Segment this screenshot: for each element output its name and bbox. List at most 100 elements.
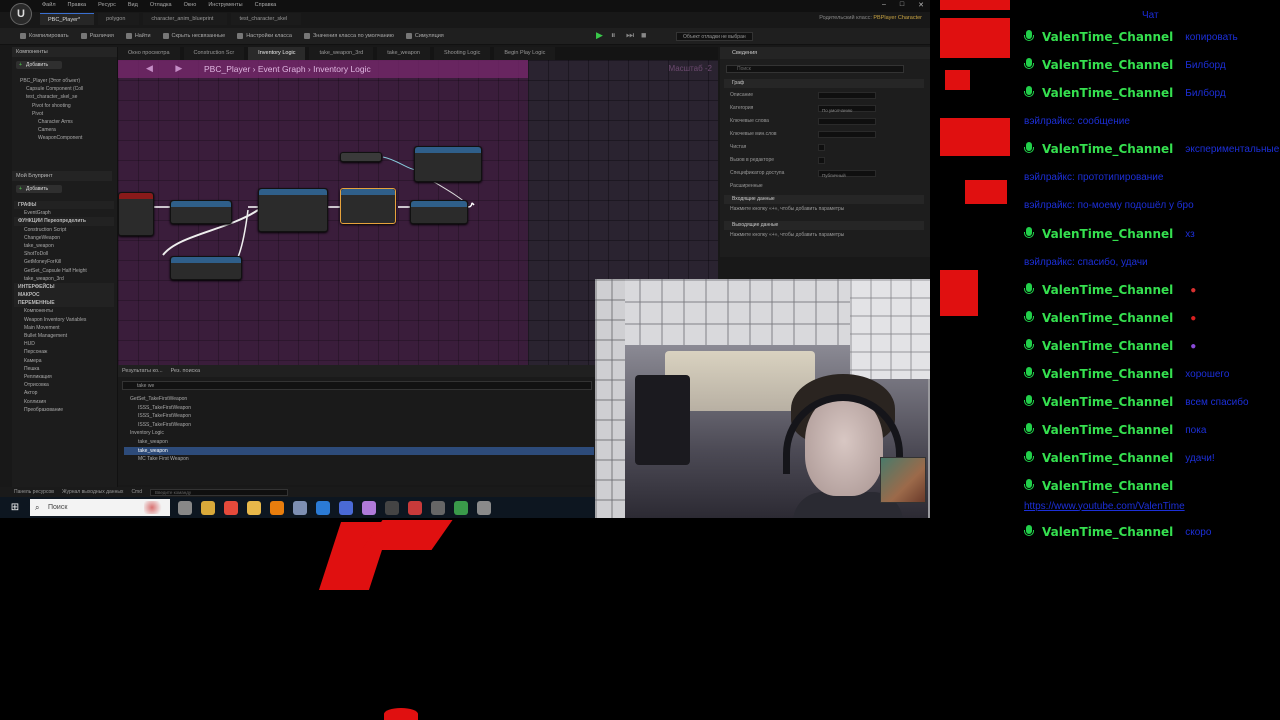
blueprint-item[interactable]: GetSet_Capsule Half Height: [14, 267, 114, 275]
chat-username[interactable]: ValenTime_Channel: [1042, 142, 1173, 156]
menu-item[interactable]: Ресурс: [98, 2, 116, 8]
windows-start-icon[interactable]: ⊞: [0, 497, 30, 518]
graph-node-4[interactable]: [410, 200, 468, 224]
result-item[interactable]: GetSet_TakeFirstWeapon: [124, 395, 594, 404]
menu-item[interactable]: Отладка: [150, 2, 172, 8]
chat-username[interactable]: ValenTime_Channel: [1042, 367, 1173, 381]
component-item[interactable]: PBC_Player (Этот объект): [16, 77, 116, 85]
graph-tab[interactable]: Inventory Logic: [248, 47, 306, 60]
blueprint-section-header[interactable]: ФУНКЦИИ Переопределить: [14, 217, 114, 226]
menu-item[interactable]: Окно: [184, 2, 197, 8]
blueprint-item[interactable]: Отрисовка: [14, 381, 114, 389]
app-icon[interactable]: [293, 500, 307, 515]
add-component-button[interactable]: Добавить: [16, 61, 62, 69]
blueprint-item[interactable]: Компоненты: [14, 307, 114, 315]
component-item[interactable]: Camera: [16, 126, 116, 134]
result-item[interactable]: take_weapon: [124, 438, 594, 447]
document-tab[interactable]: polygon: [98, 13, 140, 25]
settings-icon[interactable]: [477, 500, 491, 515]
blueprint-item[interactable]: Main Movement: [14, 324, 114, 332]
details-search[interactable]: Поиск: [726, 65, 904, 73]
graph-tab[interactable]: Окно просмотра: [118, 47, 180, 60]
details-section-inputs[interactable]: Входящие данные: [724, 195, 924, 204]
step-icon[interactable]: ⏭: [626, 30, 635, 40]
content-drawer-button[interactable]: Панель ресурсов: [14, 489, 54, 495]
blueprint-section-header[interactable]: ПЕРЕМЕННЫЕ: [14, 299, 114, 308]
toolbar-button[interactable]: Скрыть несвязанные: [162, 33, 225, 39]
document-tab[interactable]: character_anim_blueprint: [143, 13, 228, 25]
graph-tab[interactable]: Construction Scr: [183, 47, 245, 60]
details-row-value[interactable]: [818, 131, 876, 138]
blueprint-item[interactable]: Преобразование: [14, 406, 114, 414]
result-item[interactable]: ISSS_TakeFirstWeapon: [124, 404, 594, 413]
details-checkbox[interactable]: [818, 144, 825, 151]
close-icon[interactable]: ✕: [918, 1, 924, 9]
blueprint-item[interactable]: ShotToDoll: [14, 250, 114, 258]
details-row-value[interactable]: [818, 92, 876, 99]
graph-node-6[interactable]: [170, 256, 242, 280]
component-item[interactable]: WeaponComponent: [16, 134, 116, 142]
component-item[interactable]: Capsule Component (Coll: [16, 85, 116, 93]
blueprint-item[interactable]: EventGraph: [14, 209, 114, 217]
results-tab[interactable]: Результаты ко...: [122, 365, 163, 377]
details-checkbox[interactable]: [818, 157, 825, 164]
result-item[interactable]: take_weapon: [124, 446, 594, 456]
menu-item[interactable]: Инструменты: [208, 2, 242, 8]
pause-icon[interactable]: ⏸: [611, 30, 620, 40]
result-item[interactable]: Inventory Logic: [124, 429, 594, 438]
blueprint-section-header[interactable]: ГРАФЫ: [14, 201, 114, 210]
chrome-icon[interactable]: [224, 500, 238, 515]
parent-class-value[interactable]: PBPlayer Character: [873, 15, 922, 21]
graph-node-2[interactable]: [258, 188, 328, 232]
result-item[interactable]: MC Take First Weapon: [124, 455, 594, 464]
task-view-icon[interactable]: [178, 500, 192, 515]
command-input[interactable]: Введите команду: [150, 488, 288, 496]
chat-username[interactable]: ValenTime_Channel: [1042, 451, 1173, 465]
blueprint-item[interactable]: GetMoneyForKill: [14, 258, 114, 266]
blueprint-item[interactable]: Репликация: [14, 373, 114, 381]
component-item[interactable]: Character Arms: [16, 118, 116, 126]
chat-username[interactable]: ValenTime_Channel: [1042, 58, 1173, 72]
toolbar-button[interactable]: Настройки класса: [237, 33, 292, 39]
blueprint-item[interactable]: Weapon Inventory Variables: [14, 316, 114, 324]
toolbar-button[interactable]: Компилировать: [20, 33, 69, 39]
results-search-input[interactable]: take we: [122, 381, 592, 390]
github-icon[interactable]: [362, 500, 376, 515]
details-row-value[interactable]: [818, 118, 876, 125]
blueprint-item[interactable]: take_weapon_3rd: [14, 275, 114, 283]
chat-username[interactable]: ValenTime_Channel: [1042, 283, 1173, 297]
graph-node-5[interactable]: [414, 146, 482, 182]
chat-username[interactable]: ValenTime_Channel: [1042, 479, 1173, 493]
taskbar-search[interactable]: ⌕ Поиск: [30, 499, 170, 516]
chat-username[interactable]: ValenTime_Channel: [1042, 339, 1173, 353]
blueprint-item[interactable]: Bullet Management: [14, 332, 114, 340]
component-item[interactable]: Pivot for shooting: [16, 102, 116, 110]
blueprint-item[interactable]: Пешка: [14, 365, 114, 373]
blueprint-section-header[interactable]: МАКРОС: [14, 291, 114, 300]
folder-icon[interactable]: [247, 500, 261, 515]
menu-item[interactable]: Файл: [42, 2, 56, 8]
menu-item[interactable]: Вид: [128, 2, 138, 8]
graph-node-event[interactable]: [118, 192, 154, 236]
details-section-graph[interactable]: Граф: [724, 79, 924, 88]
chat-username[interactable]: ValenTime_Channel: [1042, 30, 1173, 44]
stop-icon[interactable]: ■: [641, 30, 650, 40]
result-item[interactable]: ISSS_TakeFirstWeapon: [124, 421, 594, 430]
graph-tab[interactable]: take_weapon: [377, 47, 430, 60]
minimize-icon[interactable]: –: [882, 1, 886, 9]
component-item[interactable]: test_character_skel_se: [16, 93, 116, 101]
chat-username[interactable]: ValenTime_Channel: [1042, 395, 1173, 409]
chat-username[interactable]: ValenTime_Channel: [1042, 86, 1173, 100]
result-item[interactable]: ISSS_TakeFirstWeapon: [124, 412, 594, 421]
details-row-value[interactable]: По умолчанию: [818, 105, 876, 113]
graph-node-1[interactable]: [170, 200, 232, 224]
graph-node-getter[interactable]: [340, 152, 382, 162]
graph-tab[interactable]: Shooting Logic: [433, 47, 491, 60]
unreal2-icon[interactable]: [431, 500, 445, 515]
chat-username[interactable]: ValenTime_Channel: [1042, 227, 1173, 241]
graph-node-selected[interactable]: [340, 188, 396, 224]
blueprint-item[interactable]: Актор: [14, 389, 114, 397]
add-blueprint-item-button[interactable]: Добавить: [16, 185, 62, 193]
monitor-icon[interactable]: [454, 500, 468, 515]
play-icon[interactable]: ▶: [596, 30, 605, 40]
